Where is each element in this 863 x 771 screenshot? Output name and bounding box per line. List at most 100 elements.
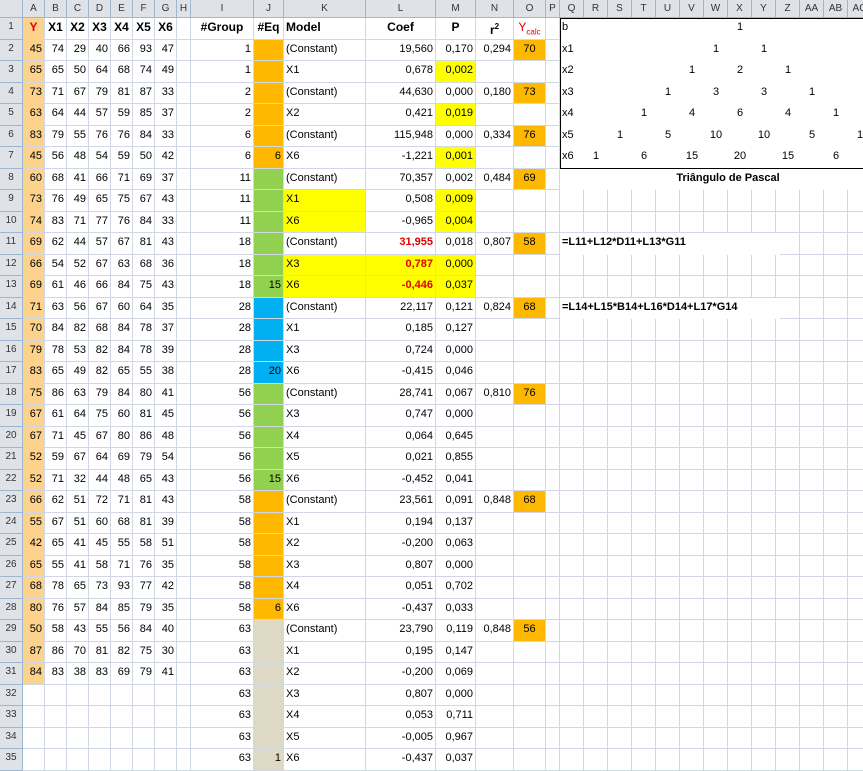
cell[interactable] <box>546 727 560 749</box>
data-cell[interactable]: 47 <box>155 39 177 61</box>
group-cell[interactable]: 56 <box>191 448 254 470</box>
model-cell[interactable]: X5 <box>284 448 366 470</box>
data-cell[interactable]: 35 <box>155 297 177 319</box>
cell[interactable] <box>177 190 191 212</box>
cell[interactable] <box>155 684 177 706</box>
cell[interactable] <box>848 685 863 706</box>
cell[interactable] <box>728 469 752 491</box>
cell[interactable] <box>560 620 584 642</box>
eq-cell[interactable] <box>254 125 284 147</box>
cell[interactable] <box>584 383 608 405</box>
cell[interactable] <box>728 534 752 556</box>
cell[interactable] <box>560 663 584 685</box>
group-cell[interactable]: 63 <box>191 620 254 642</box>
model-cell[interactable]: X1 <box>284 61 366 83</box>
data-cell[interactable]: 43 <box>155 233 177 255</box>
cell[interactable] <box>546 663 560 685</box>
coef-cell[interactable]: 23,561 <box>366 491 436 513</box>
cell[interactable] <box>848 276 863 298</box>
data-cell[interactable]: 37 <box>155 104 177 126</box>
group-cell[interactable]: 58 <box>191 534 254 556</box>
cell[interactable] <box>752 254 776 276</box>
cell[interactable] <box>824 362 848 384</box>
cell[interactable] <box>584 211 608 233</box>
column-header-i[interactable]: I <box>191 0 254 18</box>
ycalc-cell[interactable] <box>514 104 546 126</box>
cell[interactable] <box>608 684 632 706</box>
cell[interactable] <box>546 749 560 771</box>
cell[interactable] <box>608 491 632 513</box>
data-cell[interactable]: 41 <box>155 383 177 405</box>
coef-cell[interactable]: 0,053 <box>366 706 436 728</box>
cell[interactable] <box>752 512 776 534</box>
eq-cell[interactable] <box>254 319 284 341</box>
group-cell[interactable]: 28 <box>191 297 254 319</box>
cell[interactable] <box>89 684 111 706</box>
column-header-e[interactable]: E <box>111 0 133 18</box>
cell[interactable] <box>776 598 800 620</box>
cell[interactable] <box>560 684 584 706</box>
eq-cell[interactable] <box>254 448 284 470</box>
model-cell[interactable]: X1 <box>284 512 366 534</box>
eq-cell[interactable] <box>254 61 284 83</box>
cell[interactable] <box>704 362 728 384</box>
cell[interactable] <box>23 749 45 771</box>
cell[interactable] <box>546 39 560 61</box>
data-cell[interactable]: 54 <box>45 254 67 276</box>
cell[interactable] <box>632 276 656 298</box>
cell[interactable] <box>177 620 191 642</box>
model-cell[interactable]: X6 <box>284 469 366 491</box>
cell[interactable] <box>848 384 863 405</box>
data-cell[interactable]: 72 <box>89 491 111 513</box>
r2-cell[interactable] <box>476 211 514 233</box>
data-cell[interactable]: 80 <box>23 598 45 620</box>
data-cell[interactable]: 51 <box>155 534 177 556</box>
data-cell[interactable]: 77 <box>89 211 111 233</box>
data-cell[interactable]: 67 <box>89 254 111 276</box>
data-cell[interactable]: 84 <box>133 211 155 233</box>
cell[interactable] <box>680 598 704 620</box>
cell[interactable] <box>704 512 728 534</box>
cell[interactable] <box>656 276 680 298</box>
p-cell[interactable]: 0,855 <box>436 448 476 470</box>
r2-cell[interactable] <box>476 577 514 599</box>
cell[interactable] <box>728 190 752 212</box>
cell[interactable] <box>632 727 656 749</box>
cell[interactable] <box>560 190 584 212</box>
cell[interactable] <box>680 362 704 384</box>
cell[interactable] <box>704 663 728 685</box>
data-cell[interactable]: 60 <box>111 405 133 427</box>
cell[interactable] <box>608 598 632 620</box>
column-header-d[interactable]: D <box>89 0 111 18</box>
data-cell[interactable]: 54 <box>155 448 177 470</box>
cell[interactable] <box>632 340 656 362</box>
cell[interactable] <box>680 555 704 577</box>
cell[interactable] <box>584 405 608 427</box>
r2-cell[interactable] <box>476 362 514 384</box>
coef-cell[interactable]: 22,117 <box>366 297 436 319</box>
cell[interactable] <box>680 512 704 534</box>
data-cell[interactable]: 84 <box>111 383 133 405</box>
model-cell[interactable]: (Constant) <box>284 233 366 255</box>
p-cell[interactable]: 0,121 <box>436 297 476 319</box>
cell[interactable] <box>546 491 560 513</box>
column-header-m[interactable]: M <box>436 0 476 18</box>
data-cell[interactable]: 67 <box>67 82 89 104</box>
row-header-35[interactable]: 35 <box>0 749 23 771</box>
cell[interactable] <box>632 254 656 276</box>
cell[interactable] <box>608 641 632 663</box>
data-header-y[interactable]: Y <box>23 18 45 40</box>
cell[interactable] <box>546 684 560 706</box>
row-header-32[interactable]: 32 <box>0 684 23 706</box>
spreadsheet-grid[interactable]: ABCDEFGHIJKLMNOPQRSTUVWXYZAAABACAD123456… <box>0 0 863 771</box>
p-header[interactable]: P <box>436 18 476 40</box>
cell[interactable] <box>800 340 824 362</box>
cell[interactable] <box>776 620 800 642</box>
cell[interactable] <box>632 534 656 556</box>
cell[interactable] <box>560 469 584 491</box>
data-cell[interactable]: 46 <box>67 276 89 298</box>
column-header-v[interactable]: V <box>680 0 704 18</box>
data-cell[interactable]: 55 <box>45 555 67 577</box>
cell[interactable] <box>800 319 824 341</box>
cell[interactable] <box>155 749 177 771</box>
